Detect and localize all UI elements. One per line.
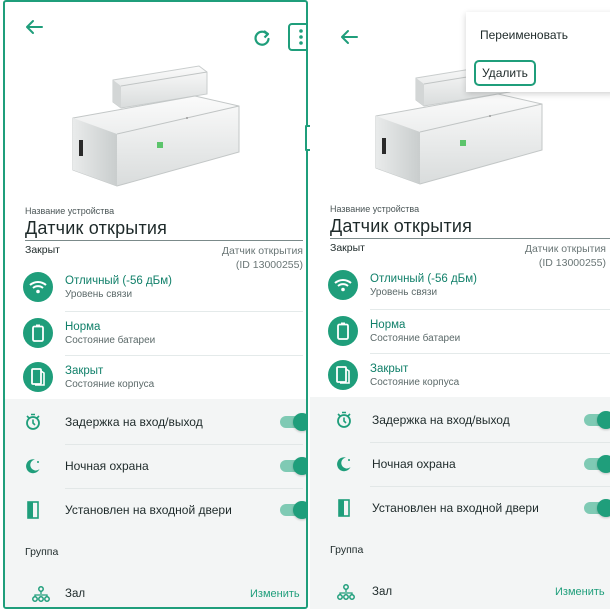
case-value: Закрыт <box>65 364 104 377</box>
group-row: Зал Изменить <box>5 580 306 607</box>
battery-value: Норма <box>65 320 101 333</box>
case-label: Состояние корпуса <box>370 376 460 388</box>
signal-value: Отличный (-56 дБм) <box>370 272 477 285</box>
door-toggle[interactable] <box>584 499 610 517</box>
delay-toggle[interactable] <box>280 413 306 431</box>
group-icon <box>31 584 51 604</box>
battery-value: Норма <box>370 318 406 331</box>
toggle-row-door: Установлен на входной двери <box>310 486 610 530</box>
night-label: Ночная охрана <box>65 459 149 473</box>
delay-label: Задержка на вход/выход <box>65 415 203 429</box>
device-name-field[interactable]: Датчик открытия <box>25 218 167 239</box>
closed-state-text: Закрыт <box>25 244 60 256</box>
name-underline <box>25 240 303 241</box>
toggle-row-delay: Задержка на вход/выход <box>310 398 610 442</box>
battery-label: Состояние батареи <box>65 334 156 346</box>
case-label: Состояние корпуса <box>65 378 155 390</box>
menu-item-rename[interactable]: Переименовать <box>480 28 568 42</box>
closed-state-text: Закрыт <box>330 242 365 254</box>
back-arrow-icon[interactable] <box>23 16 45 38</box>
device-type-text: Датчик открытия (ID 13000255) <box>222 244 303 272</box>
group-section-label: Группа <box>330 544 364 556</box>
status-row-signal: Отличный (-56 дБм) Уровень связи <box>328 263 477 307</box>
device-name-field[interactable]: Датчик открытия <box>330 216 472 237</box>
night-label: Ночная охрана <box>372 457 456 471</box>
moon-icon <box>334 454 354 474</box>
delay-timer-icon <box>23 412 43 432</box>
toggle-row-delay: Задержка на вход/выход <box>5 400 306 444</box>
battery-icon <box>328 316 358 346</box>
status-row-signal: Отличный (-56 дБм) Уровень связи <box>23 265 172 309</box>
group-section-label: Группа <box>25 546 59 558</box>
device-name-label: Название устройства <box>25 206 115 216</box>
device-type-text: Датчик открытия (ID 13000255) <box>525 242 606 270</box>
case-icon <box>328 360 358 390</box>
device-type-name: Датчик открытия <box>221 245 303 257</box>
status-row-battery: Норма Состояние батареи <box>23 311 155 355</box>
door-label: Установлен на входной двери <box>65 503 232 517</box>
night-toggle[interactable] <box>584 455 610 473</box>
more-options-button[interactable] <box>288 23 306 51</box>
signal-label: Уровень связи <box>370 286 438 298</box>
refresh-icon[interactable] <box>252 28 272 48</box>
group-name: Зал <box>372 586 393 598</box>
group-row: Зал Изменить <box>310 578 610 606</box>
toggle-row-night: Ночная охрана <box>5 444 306 488</box>
name-underline <box>330 238 610 239</box>
case-value: Закрыт <box>370 362 409 375</box>
back-arrow-icon[interactable] <box>338 26 360 48</box>
battery-label: Состояние батареи <box>370 332 461 344</box>
door-icon <box>23 500 43 520</box>
signal-value: Отличный (-56 дБм) <box>65 274 172 287</box>
group-icon <box>336 582 356 602</box>
door-toggle[interactable] <box>280 501 306 519</box>
wifi-icon <box>23 272 53 302</box>
device-photo <box>72 65 240 187</box>
change-group-link[interactable]: Изменить <box>555 586 605 598</box>
options-menu: Переименовать Удалить <box>466 12 610 92</box>
battery-icon <box>23 318 53 348</box>
door-label: Установлен на входной двери <box>372 501 539 515</box>
device-id: (ID 13000255) <box>538 257 606 269</box>
night-toggle[interactable] <box>280 457 306 475</box>
menu-item-delete[interactable]: Удалить <box>474 60 536 86</box>
device-name-label: Название устройства <box>330 204 420 214</box>
kebab-menu-icon <box>299 29 303 45</box>
moon-icon <box>23 456 43 476</box>
device-type-name: Датчик открытия <box>524 243 606 255</box>
delay-toggle[interactable] <box>584 411 610 429</box>
toggle-row-night: Ночная охрана <box>310 442 610 486</box>
left-screen: Название устройства Датчик открытия Закр… <box>3 0 308 609</box>
status-row-case: Закрыт Состояние корпуса <box>23 355 154 399</box>
status-row-battery: Норма Состояние батареи <box>328 309 460 353</box>
delay-timer-icon <box>334 410 354 430</box>
wifi-icon <box>328 270 358 300</box>
device-id: (ID 13000255) <box>235 259 303 271</box>
status-row-case: Закрыт Состояние корпуса <box>328 353 459 397</box>
change-group-link[interactable]: Изменить <box>250 588 300 600</box>
door-icon <box>334 498 354 518</box>
group-name: Зал <box>65 588 86 600</box>
toggle-row-door: Установлен на входной двери <box>5 488 306 532</box>
signal-label: Уровень связи <box>65 288 133 300</box>
delay-label: Задержка на вход/выход <box>372 413 510 427</box>
case-icon <box>23 362 53 392</box>
